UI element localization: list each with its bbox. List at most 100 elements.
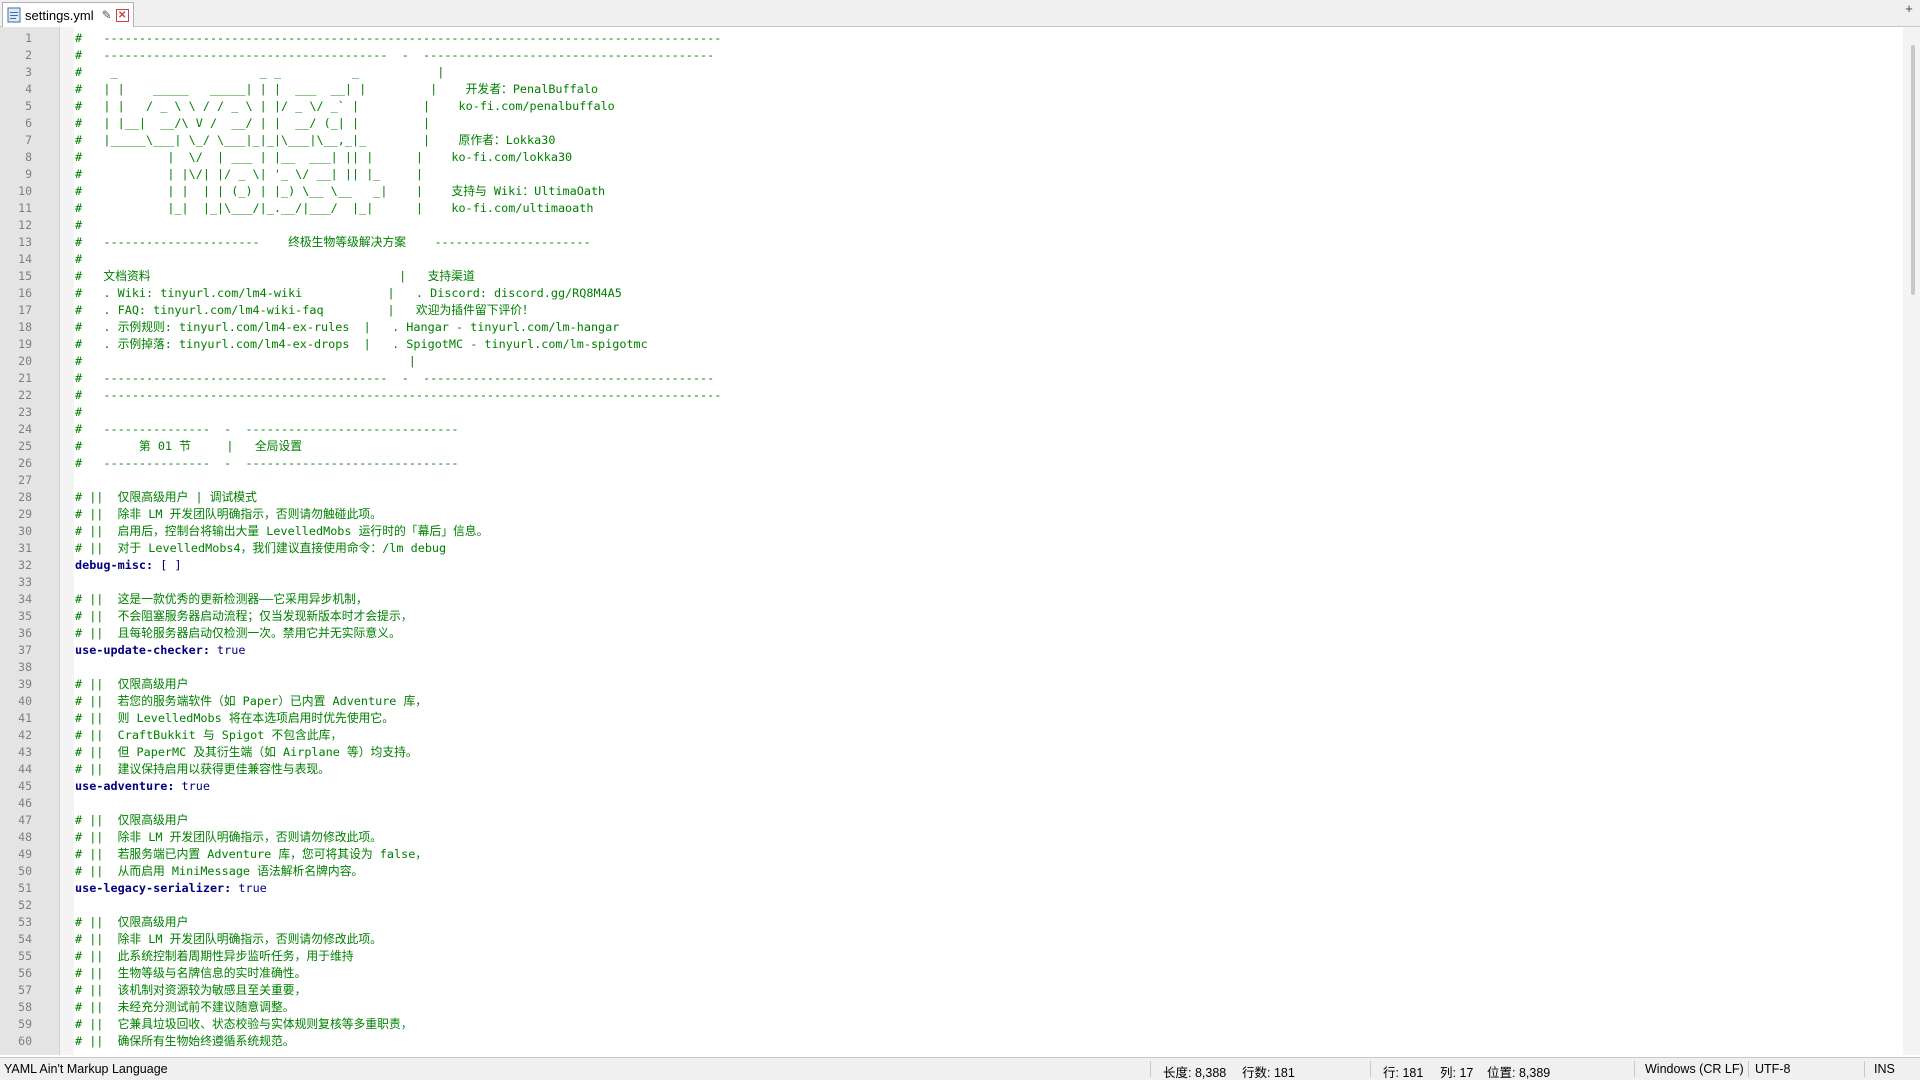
code-line[interactable]: 54 # || 除非 LM 开发团队明确指示，否则请勿修改此项。 [0,931,1900,948]
code-line[interactable]: 5 # | | / _ \ \ / / _ \ | |/ _ \/ _` | | … [0,98,1900,115]
code-line[interactable]: 37 use-update-checker: true [0,642,1900,659]
code-line[interactable]: 15 # 文档资料 | 支持渠道 [0,268,1900,285]
code-line[interactable]: 19 # . 示例掉落: tinyurl.com/lm4-ex-drops | .… [0,336,1900,353]
line-number: 11 [18,201,32,215]
line-text: # || 建议保持启用以获得更佳兼容性与表现。 [75,761,330,778]
code-line[interactable]: 12 # [0,217,1900,234]
editor[interactable]: 1 # -------------------------------------… [0,27,1920,1055]
line-text: # || 这是一款优秀的更新检测器——它采用异步机制， [75,591,368,608]
code-line[interactable]: 21 # ------------------------------------… [0,370,1900,387]
code-area[interactable]: 1 # -------------------------------------… [0,30,1900,1050]
code-line[interactable]: 20 # | [0,353,1900,370]
line-text: # [75,217,82,234]
scrollbar-thumb[interactable] [1911,45,1915,295]
line-number: 24 [18,422,32,436]
close-icon[interactable]: ✕ [115,8,129,22]
code-line[interactable]: 38 [0,659,1900,676]
value-token: true [174,779,210,793]
comment-token: # || 未经充分测试前不建议随意调整。 [75,1000,295,1014]
code-line[interactable]: 39 # || 仅限高级用户 [0,676,1900,693]
status-bar: YAML Ain't Markup Language 长度: 8,388 行数:… [0,1057,1920,1080]
status-encoding[interactable]: UTF-8 [1755,1062,1790,1076]
code-line[interactable]: 52 [0,897,1900,914]
comment-token: # | | / _ \ \ / / _ \ | |/ _ \/ _` | | k… [75,99,615,113]
comment-token: # |_____\___| \_/ \___|_|_|\___|\__,_|_ … [75,133,556,147]
code-line[interactable]: 4 # | | _____ _____| | | ___ __| | | 开发者：… [0,81,1900,98]
code-line[interactable]: 17 # . FAQ: tinyurl.com/lm4-wiki-faq | 欢迎… [0,302,1900,319]
code-line[interactable]: 44 # || 建议保持启用以获得更佳兼容性与表现。 [0,761,1900,778]
code-line[interactable]: 45 use-adventure: true [0,778,1900,795]
code-line[interactable]: 35 # || 不会阻塞服务器启动流程；仅当发现新版本时才会提示， [0,608,1900,625]
code-line[interactable]: 51 use-legacy-serializer: true [0,880,1900,897]
code-line[interactable]: 6 # | |__| __/\ V / __/ | | __/ (_| | | [0,115,1900,132]
code-line[interactable]: 49 # || 若服务端已内置 Adventure 库，您可将其设为 false， [0,846,1900,863]
code-line[interactable]: 1 # -------------------------------------… [0,30,1900,47]
key-token: use-legacy-serializer: [75,881,232,895]
code-line[interactable]: 13 # ---------------------- 终极生物等级解决方案 --… [0,234,1900,251]
code-line[interactable]: 22 # ------------------------------------… [0,387,1900,404]
line-number: 41 [18,711,32,725]
code-line[interactable]: 50 # || 从而启用 MiniMessage 语法解析名牌内容。 [0,863,1900,880]
code-line[interactable]: 55 # || 此系统控制着周期性异步监听任务，用于维持 [0,948,1900,965]
pin-icon[interactable]: ✎ [102,8,112,22]
line-text: debug-misc: [ ] [75,557,182,574]
comment-token: # || 仅限高级用户 | 调试模式 [75,490,257,504]
code-line[interactable]: 42 # || CraftBukkit 与 Spigot 不包含此库， [0,727,1900,744]
line-number: 49 [18,847,32,861]
line-text: # || 对于 LevelledMobs4，我们建议直接使用命令：/lm deb… [75,540,446,557]
code-line[interactable]: 46 [0,795,1900,812]
code-line[interactable]: 9 # | |\/| |/ _ \| '_ \/ __| || |_ | [0,166,1900,183]
code-line[interactable]: 8 # | \/ | ___ | |__ ___| || | | ko-fi.co… [0,149,1900,166]
code-line[interactable]: 26 # --------------- - ------------------… [0,455,1900,472]
line-number: 38 [18,660,32,674]
code-line[interactable]: 32 debug-misc: [ ] [0,557,1900,574]
code-line[interactable]: 41 # || 则 LevelledMobs 将在本选项启用时优先使用它。 [0,710,1900,727]
tab-settings-yml[interactable]: settings.yml ✎ ✕ [2,2,134,27]
status-eol[interactable]: Windows (CR LF) [1645,1062,1744,1076]
code-line[interactable]: 25 # 第 01 节 | 全局设置 [0,438,1900,455]
code-line[interactable]: 53 # || 仅限高级用户 [0,914,1900,931]
code-line[interactable]: 57 # || 该机制对资源较为敏感且至关重要， [0,982,1900,999]
line-number: 16 [18,286,32,300]
code-line[interactable]: 43 # || 但 PaperMC 及其衍生端（如 Airplane 等）均支持。 [0,744,1900,761]
line-text: # |_____\___| \_/ \___|_|_|\___|\__,_|_ … [75,132,555,149]
code-line[interactable]: 27 [0,472,1900,489]
code-line[interactable]: 11 # |_| |_|\___/|_.__/|___/ |_| | ko-fi.… [0,200,1900,217]
code-line[interactable]: 2 # -------------------------------------… [0,47,1900,64]
code-line[interactable]: 29 # || 除非 LM 开发团队明确指示，否则请勿触碰此项。 [0,506,1900,523]
code-line[interactable]: 59 # || 它兼具垃圾回收、状态校验与实体规则复核等多重职责， [0,1016,1900,1033]
code-line[interactable]: 30 # || 启用后，控制台将输出大量 LevelledMobs 运行时的「幕后… [0,523,1900,540]
code-line[interactable]: 34 # || 这是一款优秀的更新检测器——它采用异步机制， [0,591,1900,608]
code-line[interactable]: 31 # || 对于 LevelledMobs4，我们建议直接使用命令：/lm d… [0,540,1900,557]
code-line[interactable]: 16 # . Wiki: tinyurl.com/lm4-wiki | . Dis… [0,285,1900,302]
code-line[interactable]: 48 # || 除非 LM 开发团队明确指示，否则请勿修改此项。 [0,829,1900,846]
code-line[interactable]: 58 # || 未经充分测试前不建议随意调整。 [0,999,1900,1016]
code-line[interactable]: 23 # [0,404,1900,421]
line-text: use-update-checker: true [75,642,245,659]
comment-token: # || 若您的服务端软件（如 Paper）已内置 Adventure 库， [75,694,428,708]
comment-token: # || 除非 LM 开发团队明确指示，否则请勿修改此项。 [75,830,382,844]
code-line[interactable]: 56 # || 生物等级与名牌信息的实时准确性。 [0,965,1900,982]
code-line[interactable]: 10 # | | | | (_) | |_) \__ \__ _| | 支持与 W… [0,183,1900,200]
code-line[interactable]: 60 # || 确保所有生物始终遵循系统规范。 [0,1033,1900,1050]
comment-token: # || 确保所有生物始终遵循系统规范。 [75,1034,295,1048]
code-line[interactable]: 14 # [0,251,1900,268]
status-mode[interactable]: INS [1874,1062,1895,1076]
status-language: YAML Ain't Markup Language [4,1062,168,1076]
code-line[interactable]: 24 # --------------- - ------------------… [0,421,1900,438]
code-line[interactable]: 33 [0,574,1900,591]
code-line[interactable]: 47 # || 仅限高级用户 [0,812,1900,829]
line-number: 45 [18,779,32,793]
code-line[interactable]: 7 # |_____\___| \_/ \___|_|_|\___|\__,_|_… [0,132,1900,149]
line-number: 52 [18,898,32,912]
comment-token: # --------------- - --------------------… [75,422,459,436]
comment-token: # || 除非 LM 开发团队明确指示，否则请勿触碰此项。 [75,507,382,521]
code-line[interactable]: 40 # || 若您的服务端软件（如 Paper）已内置 Adventure 库， [0,693,1900,710]
tab-list-button[interactable]: + [1902,2,1916,16]
code-line[interactable]: 18 # . 示例规则: tinyurl.com/lm4-ex-rules | .… [0,319,1900,336]
code-line[interactable]: 36 # || 且每轮服务器启动仅检测一次。禁用它并无实际意义。 [0,625,1900,642]
code-line[interactable]: 3 # _ _ _ _ | [0,64,1900,81]
code-line[interactable]: 28 # || 仅限高级用户 | 调试模式 [0,489,1900,506]
comment-token: # [75,405,83,419]
vertical-scrollbar[interactable] [1903,27,1920,1055]
